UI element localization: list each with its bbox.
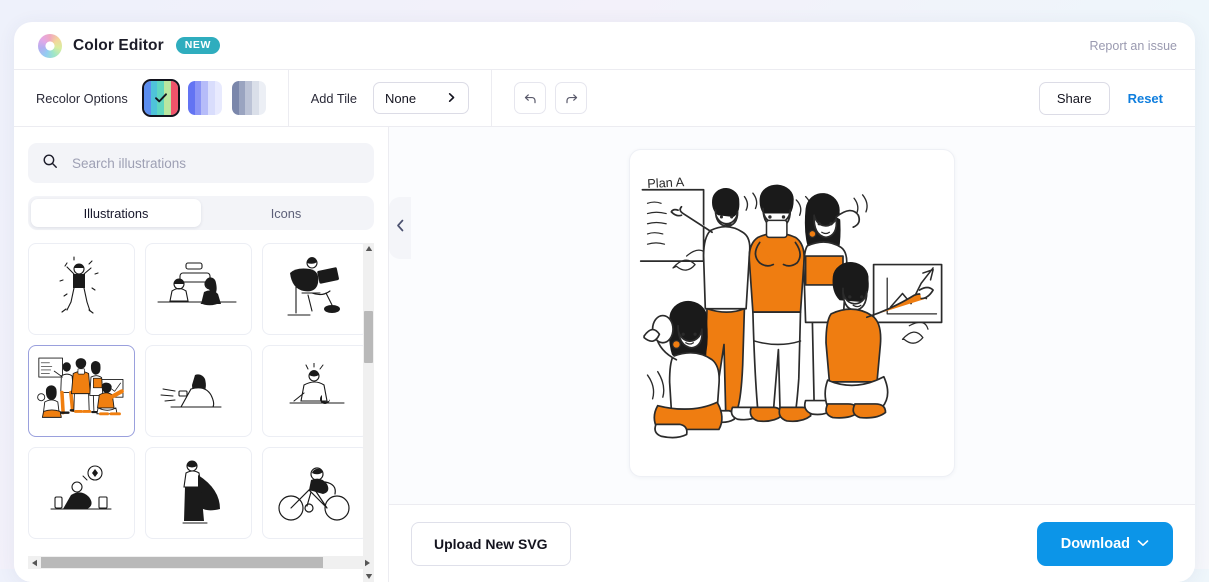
palette-swatch-list bbox=[141, 79, 266, 117]
add-tile-select[interactable]: None bbox=[373, 82, 470, 114]
tab-icons[interactable]: Icons bbox=[201, 199, 371, 227]
redo-arrow-icon bbox=[564, 91, 579, 106]
thumbnail-scroll-area bbox=[28, 243, 374, 582]
thumb-person-lying-phone[interactable] bbox=[145, 345, 252, 437]
status-badge: NEW bbox=[175, 36, 221, 55]
search-bar[interactable] bbox=[28, 143, 374, 183]
thumb-person-picnic[interactable] bbox=[28, 447, 135, 539]
caret-right-icon[interactable] bbox=[361, 556, 374, 569]
search-input[interactable] bbox=[70, 154, 360, 172]
redo-button[interactable] bbox=[555, 82, 588, 114]
caret-up-icon[interactable] bbox=[363, 243, 374, 254]
preview-footer: Upload New SVG Download bbox=[389, 504, 1195, 582]
thumbnail-horizontal-scrollbar[interactable] bbox=[28, 556, 374, 569]
page-title: Color Editor bbox=[73, 36, 164, 54]
thumbnail-vertical-scrollbar[interactable] bbox=[363, 243, 374, 582]
toolbar-actions: Share Reset bbox=[1038, 81, 1177, 115]
artwork-card[interactable]: Plan A bbox=[629, 148, 955, 477]
app-header: Color Editor NEW Report an issue bbox=[14, 22, 1195, 70]
add-tile-label: Add Tile bbox=[310, 90, 358, 106]
team-plan-a-illustration: Plan A bbox=[639, 174, 943, 438]
asset-type-tabs: Illustrations Icons bbox=[28, 196, 374, 230]
palette-bands bbox=[231, 81, 266, 115]
palette-swatch-slate[interactable] bbox=[231, 81, 266, 115]
scrollbar-thumb-horizontal[interactable] bbox=[41, 557, 323, 568]
chevron-left-icon bbox=[396, 219, 405, 237]
thumb-celebrating-person[interactable] bbox=[28, 243, 135, 335]
reset-button[interactable]: Reset bbox=[1114, 83, 1177, 114]
check-icon bbox=[144, 81, 178, 115]
undo-arrow-icon bbox=[523, 91, 538, 106]
thumbnail-grid bbox=[28, 243, 374, 539]
recolor-options-label: Recolor Options bbox=[36, 90, 128, 106]
caret-left-icon[interactable] bbox=[28, 556, 41, 569]
undo-button[interactable] bbox=[514, 82, 547, 114]
color-editor-window: Color Editor NEW Report an issue Recolor… bbox=[14, 22, 1195, 582]
tab-illustrations[interactable]: Illustrations bbox=[31, 199, 201, 227]
scrollbar-track-horizontal[interactable] bbox=[41, 556, 361, 569]
editor-toolbar: Recolor Options Add Tile None Share Rese… bbox=[14, 70, 1195, 127]
add-tile-value: None bbox=[385, 90, 417, 106]
thumb-two-people-desk[interactable] bbox=[145, 243, 252, 335]
thumb-team-plan-a[interactable] bbox=[28, 345, 135, 437]
history-group bbox=[492, 70, 618, 126]
caret-down-icon[interactable] bbox=[363, 571, 374, 582]
download-button[interactable]: Download bbox=[1036, 521, 1173, 566]
scrollbar-thumb-vertical[interactable] bbox=[364, 311, 373, 363]
thumb-person-cape[interactable] bbox=[145, 447, 252, 539]
color-wheel-icon bbox=[38, 33, 62, 58]
report-an-issue-link[interactable]: Report an issue bbox=[1089, 39, 1177, 53]
upload-new-svg-button[interactable]: Upload New SVG bbox=[411, 521, 571, 566]
thumb-person-cycling[interactable] bbox=[262, 447, 369, 539]
canvas-area: Plan A bbox=[389, 127, 1195, 504]
editor-body: Illustrations Icons bbox=[14, 127, 1195, 582]
recolor-options-group: Recolor Options bbox=[14, 70, 289, 126]
share-button[interactable]: Share bbox=[1038, 81, 1110, 115]
preview-panel: Plan A Upload New SVG Download bbox=[389, 127, 1195, 582]
collapse-sidebar-button[interactable] bbox=[389, 197, 411, 259]
chevron-right-icon bbox=[446, 92, 457, 105]
thumb-person-laptop-chair[interactable] bbox=[262, 243, 369, 335]
svg-text:Plan A: Plan A bbox=[647, 174, 685, 191]
thumb-person-sitting-dog[interactable] bbox=[262, 345, 369, 437]
download-label: Download bbox=[1060, 535, 1130, 552]
asset-browser-panel: Illustrations Icons bbox=[14, 127, 389, 582]
palette-swatch-indigo[interactable] bbox=[187, 81, 222, 115]
add-tile-group: Add Tile None bbox=[289, 70, 493, 126]
chevron-down-icon bbox=[1137, 538, 1149, 550]
palette-swatch-vivid[interactable] bbox=[141, 79, 180, 117]
palette-bands bbox=[187, 81, 222, 115]
search-icon bbox=[42, 153, 58, 174]
